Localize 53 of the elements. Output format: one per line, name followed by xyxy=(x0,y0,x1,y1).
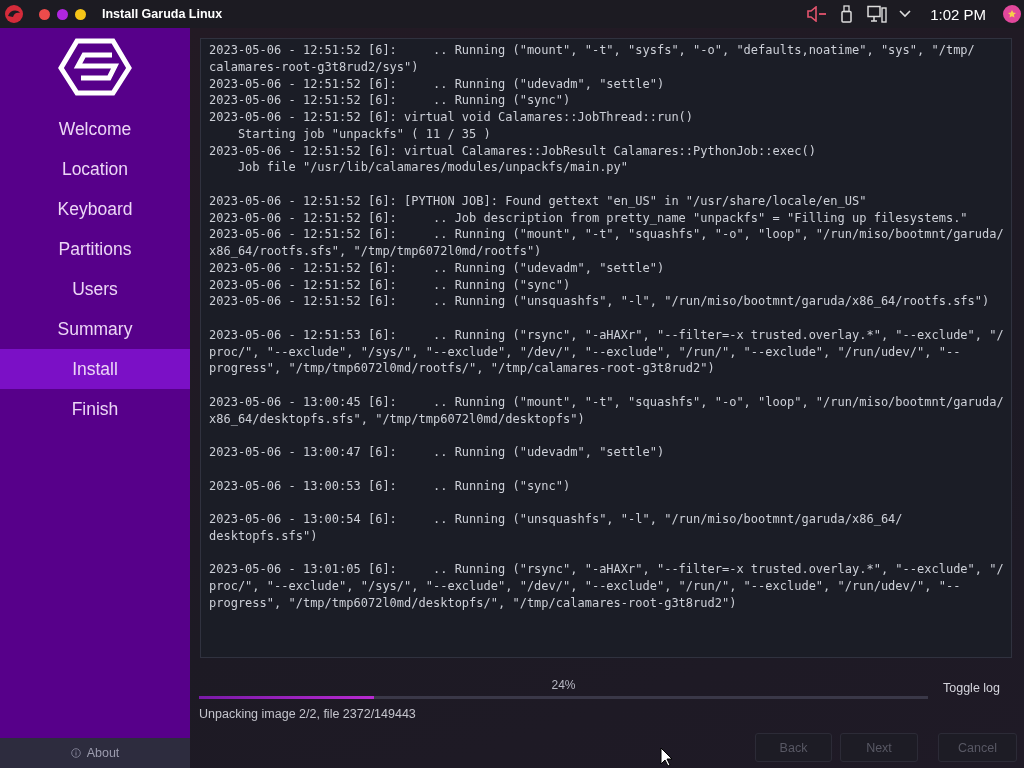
log-line: 2023-05-06 - 13:00:53 [6]: .. Running ("sync") xyxy=(209,477,571,495)
window-maximize-icon[interactable] xyxy=(75,8,86,20)
toggle-log-button[interactable]: Toggle log xyxy=(943,681,1000,695)
log-line: 2023-05-06 - 13:00:47 [6]: .. Running ("udevadm", "settle") xyxy=(209,444,665,461)
window-title: Install Garuda Linux xyxy=(102,7,223,21)
avatar-icon[interactable] xyxy=(1003,5,1021,23)
log-line: Job file "/usr/lib/calamares/modules/unpackfs/main.py" xyxy=(236,159,629,176)
status-text: Unpacking image 2/2, file 2372/149443 xyxy=(199,706,417,722)
step-item: Partitions xyxy=(57,237,133,261)
window-minimize-icon[interactable] xyxy=(57,8,68,20)
step-item: Summary xyxy=(56,317,134,341)
chevron-down-icon[interactable] xyxy=(899,10,912,18)
log-line: 2023-05-06 - 13:00:54 [6]: .. Running ("unsquashfs", "-l", "/run/miso/bootmnt/garuda/x86_64/ xyxy=(209,511,903,528)
step-item: Keyboard xyxy=(56,197,134,221)
computer-icon[interactable] xyxy=(867,5,888,23)
log-line: proc/", "--exclude", "/sys/", "--exclude", "/dev/", "--exclude", "/run/", "--exclude", "/run/udev/", "-- xyxy=(209,343,961,361)
usb-drive-icon[interactable] xyxy=(841,5,853,23)
clock-text[interactable]: 1:02 PM xyxy=(930,5,986,23)
step-item: Users xyxy=(71,277,119,301)
log-line: progress", "/tmp/tmp6072l0md/desktopfs/", "/tmp/calamares-root-g3t8rud2") xyxy=(209,594,737,612)
log-line: x86_64/rootfs.sfs", "/tmp/tmp6072l0md/rootfs") xyxy=(209,243,542,260)
log-line: 2023-05-06 - 13:01:05 [6]: .. Running ("rsync", "-aHAXr", "--filter=-x trusted.overlay.*", "--exclude", "/ xyxy=(209,561,1004,578)
log-line: 2023-05-06 - 12:51:52 [6]: .. Running ("sync") xyxy=(209,276,571,294)
window-close-icon[interactable] xyxy=(39,8,50,20)
log-line: 2023-05-06 - 12:51:52 [6]: .. Running ("udevadm", "settle") xyxy=(209,259,665,277)
log-line: 2023-05-06 - 12:51:52 [6]: virtual Calamares::JobResult Calamares::PythonJob::exec() xyxy=(209,142,816,160)
log-line: 2023-05-06 - 12:51:52 [6]: [PYTHON JOB]: Found gettext "en_US" in "/usr/share/locale/en_US" xyxy=(209,192,867,210)
info-icon xyxy=(70,748,81,758)
log-line: 2023-05-06 - 12:51:52 [6]: .. Job description from pretty_name "unpackfs" = "Filling up filesystems." xyxy=(209,209,968,227)
step-item: Install xyxy=(0,349,190,389)
log-line: progress", "/tmp/tmp6072l0md/rootfs/", "/tmp/calamares-root-g3t8rud2") xyxy=(209,360,715,377)
step-item: Finish xyxy=(70,397,120,421)
muted-speaker-icon[interactable] xyxy=(807,6,828,22)
log-line: 2023-05-06 - 13:00:45 [6]: .. Running ("mount", "-t", "squashfs", "-o", "loop", "/run/miso/bootmnt/garuda/ xyxy=(209,393,1004,411)
step-item: Location xyxy=(60,157,130,181)
about-button[interactable]: About xyxy=(0,738,190,768)
app-logo-icon[interactable] xyxy=(4,4,24,24)
step-item: Welcome xyxy=(57,117,133,141)
progress-percent: 24% xyxy=(551,677,576,693)
log-line: 2023-05-06 - 12:51:52 [6]: virtual void Calamares::JobThread::run() xyxy=(209,109,694,126)
log-line: 2023-05-06 - 12:51:52 [6]: .. Running ("mount", "-t", "squashfs", "-o", "loop", "/run/miso/bootmnt/garuda/ xyxy=(209,226,1004,243)
hexagon-logo-icon xyxy=(57,38,133,96)
log-line: 2023-05-06 - 12:51:53 [6]: .. Running ("rsync", "-aHAXr", "--filter=-x trusted.overlay.*", "--exclude", "/ xyxy=(209,326,1004,344)
log-line: 2023-05-06 - 12:51:52 [6]: .. Running ("unsquashfs", "-l", "/run/miso/bootmnt/garuda/x86_64/rootfs.sfs") xyxy=(209,293,990,310)
log-line: 2023-05-06 - 12:51:52 [6]: .. Running ("mount", "-t", "sysfs", "-o", "defaults,noatime", "sys", "/tmp/ xyxy=(209,42,975,59)
log-line: proc/", "--exclude", "/sys/", "--exclude", "/dev/", "--exclude", "/run/", "--exclude", "/run/udev/", "-- xyxy=(209,578,961,595)
log-line: 2023-05-06 - 12:51:52 [6]: .. Running ("sync") xyxy=(209,92,571,109)
log-line: desktopfs.sfs") xyxy=(209,527,318,545)
log-line: x86_64/desktopfs.sfs", "/tmp/tmp6072l0md/desktopfs") xyxy=(209,410,585,428)
mouse-pointer-icon xyxy=(660,747,673,767)
log-line: calamares-root-g3t8rud2/sys") xyxy=(209,58,419,76)
log-line: Starting job "unpackfs" ( 11 / 35 ) xyxy=(236,125,491,143)
log-line: 2023-05-06 - 12:51:52 [6]: .. Running ("udevadm", "settle") xyxy=(209,75,665,93)
